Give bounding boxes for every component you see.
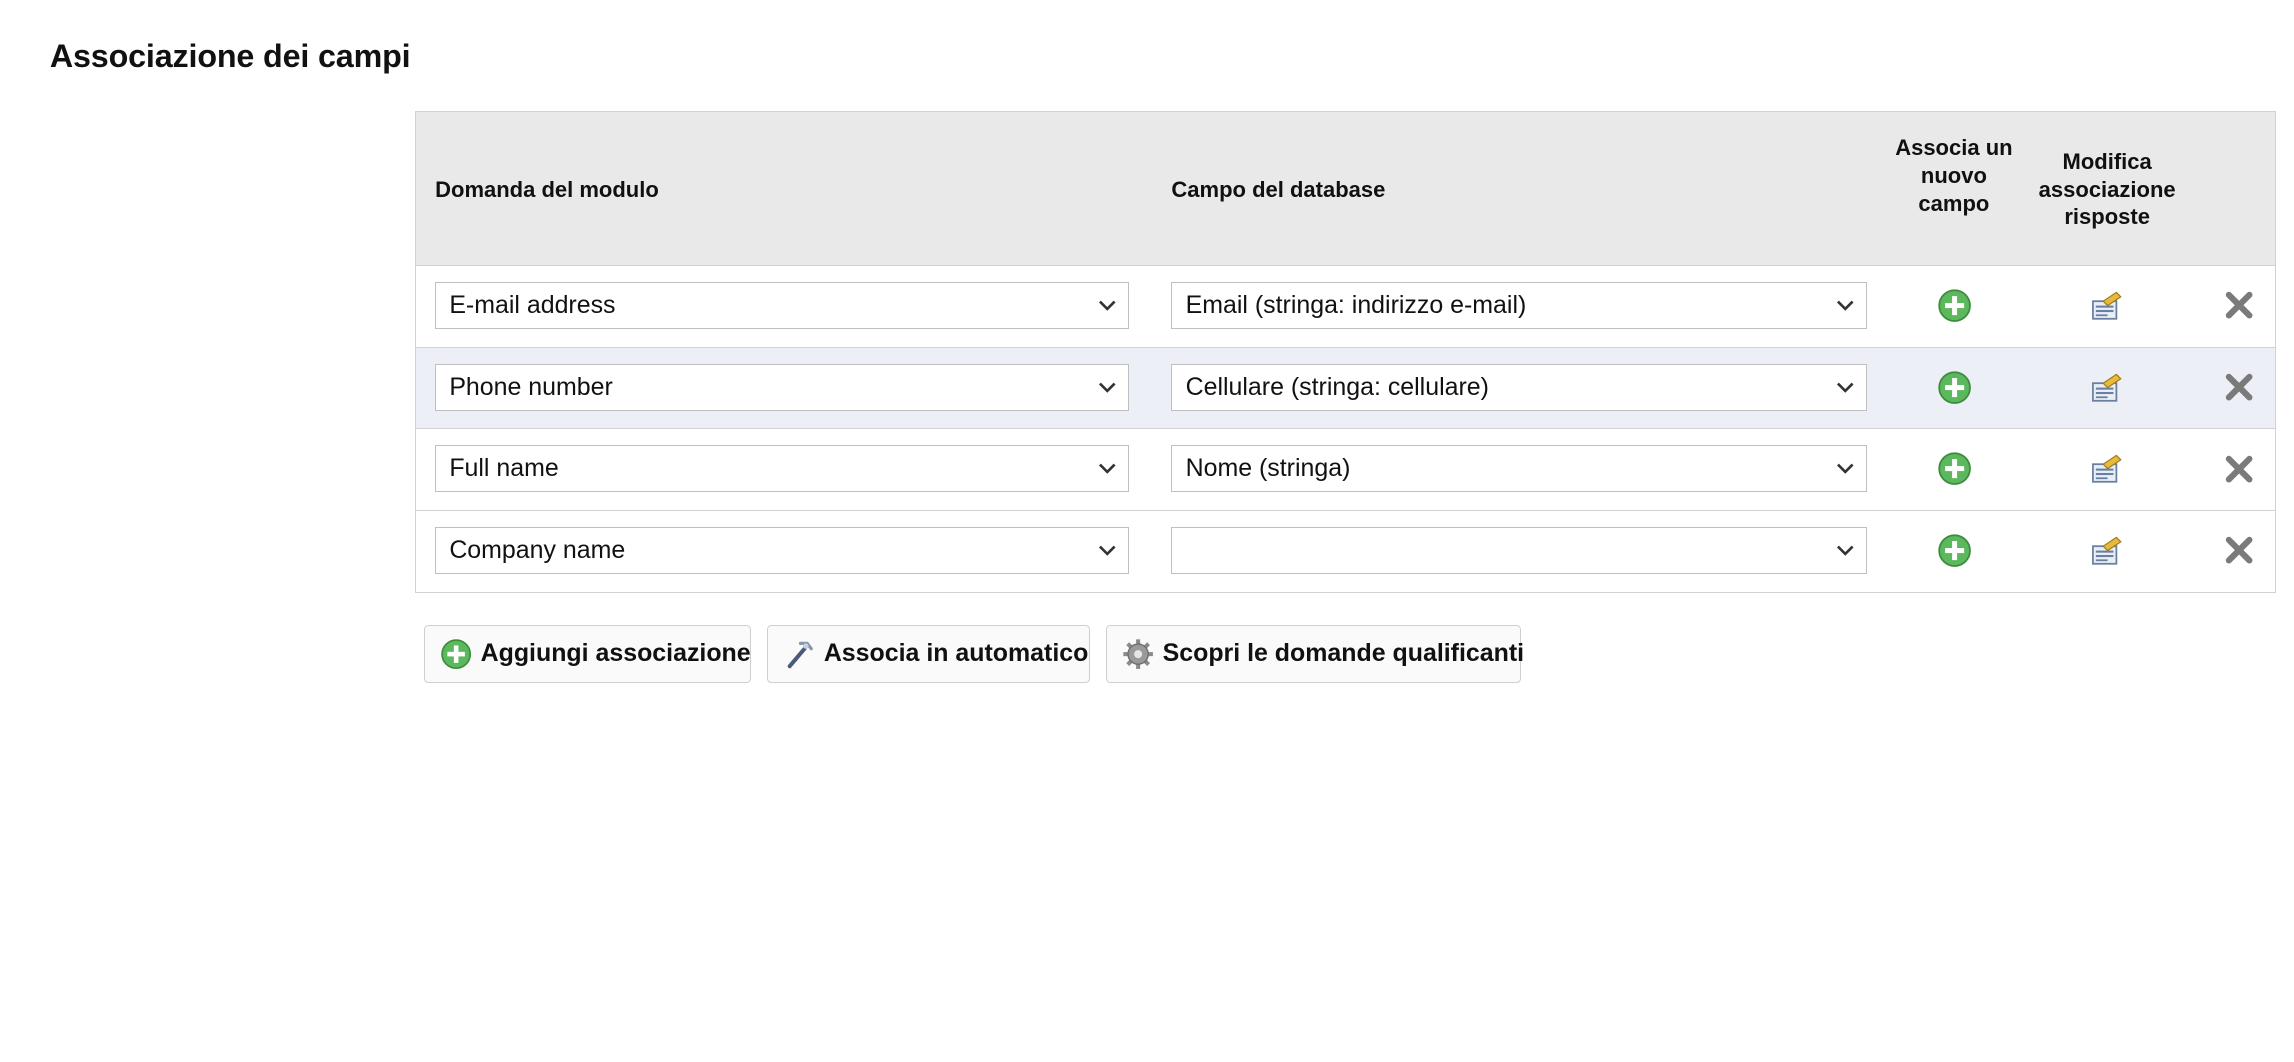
form-question-value: Company name [449, 536, 626, 565]
plus-circle-icon [440, 638, 471, 669]
db-field-value: Cellulare (stringa: cellulare) [1185, 372, 1489, 401]
chevron-down-icon [1099, 545, 1116, 556]
form-question-value: Phone number [449, 372, 613, 401]
chevron-down-icon [1836, 545, 1854, 556]
close-icon[interactable] [2223, 289, 2255, 321]
header-form-question: Domanda del modulo [435, 177, 659, 202]
gear-icon [1122, 638, 1153, 669]
edit-mapping-icon[interactable] [2090, 370, 2125, 405]
edit-mapping-icon[interactable] [2090, 533, 2125, 568]
table-row: Company name [416, 510, 2276, 592]
edit-mapping-icon[interactable] [2090, 288, 2125, 323]
plus-circle-icon[interactable] [1937, 533, 1972, 568]
chevron-down-icon [1836, 300, 1854, 311]
db-field-select[interactable] [1171, 527, 1867, 575]
header-edit-answers: Modifica associazione risposte [2038, 148, 2176, 230]
db-field-select[interactable]: Email (stringa: indirizzo e-mail) [1171, 282, 1867, 330]
add-association-label: Aggiungi associazione [480, 638, 751, 667]
db-field-value: Nome (stringa) [1185, 454, 1351, 483]
table-row: E-mail address Email (stringa: indirizzo… [416, 266, 2276, 348]
db-field-value: Email (stringa: indirizzo e-mail) [1185, 291, 1527, 320]
form-question-select[interactable]: Full name [435, 445, 1129, 493]
plus-circle-icon[interactable] [1937, 451, 1972, 486]
chevron-down-icon [1836, 382, 1854, 393]
chevron-down-icon [1099, 463, 1116, 474]
form-question-value: E-mail address [449, 291, 616, 320]
form-question-select[interactable]: Company name [435, 527, 1129, 575]
plus-circle-icon[interactable] [1937, 288, 1972, 323]
discover-qualifying-questions-button[interactable]: Scopri le domande qualificanti [1105, 624, 1525, 684]
table-header: Domanda del modulo Campo del database As… [416, 112, 2276, 266]
db-field-select[interactable]: Cellulare (stringa: cellulare) [1171, 363, 1867, 411]
auto-associate-label: Associa in automatico [823, 638, 1089, 667]
form-question-select[interactable]: E-mail address [435, 282, 1129, 330]
form-question-value: Full name [449, 454, 559, 483]
magic-wand-icon [787, 641, 813, 668]
edit-mapping-icon[interactable] [2090, 451, 2125, 486]
add-association-button[interactable]: Aggiungi associazione [423, 624, 751, 684]
chevron-down-icon [1836, 463, 1854, 474]
table-row: Full name Nome (stringa) [416, 429, 2276, 511]
chevron-down-icon [1099, 382, 1116, 393]
field-mapping-table: Domanda del modulo Campo del database As… [415, 111, 2277, 593]
table-row: Phone number Cellulare (stringa: cellula… [416, 347, 2276, 430]
header-db-field: Campo del database [1171, 177, 1386, 202]
auto-associate-button[interactable]: Associa in automatico [767, 624, 1090, 684]
close-icon[interactable] [2223, 534, 2255, 566]
chevron-down-icon [1099, 300, 1116, 311]
discover-qualifying-questions-label: Scopri le domande qualificanti [1162, 638, 1525, 667]
db-field-select[interactable]: Nome (stringa) [1171, 445, 1867, 493]
close-icon[interactable] [2223, 453, 2255, 485]
page-title: Associazione dei campi [49, 38, 411, 75]
plus-circle-icon[interactable] [1937, 370, 1972, 405]
close-icon[interactable] [2223, 371, 2255, 403]
form-question-select[interactable]: Phone number [435, 363, 1129, 411]
header-associate-new: Associa un nuovo campo [1895, 135, 2013, 217]
